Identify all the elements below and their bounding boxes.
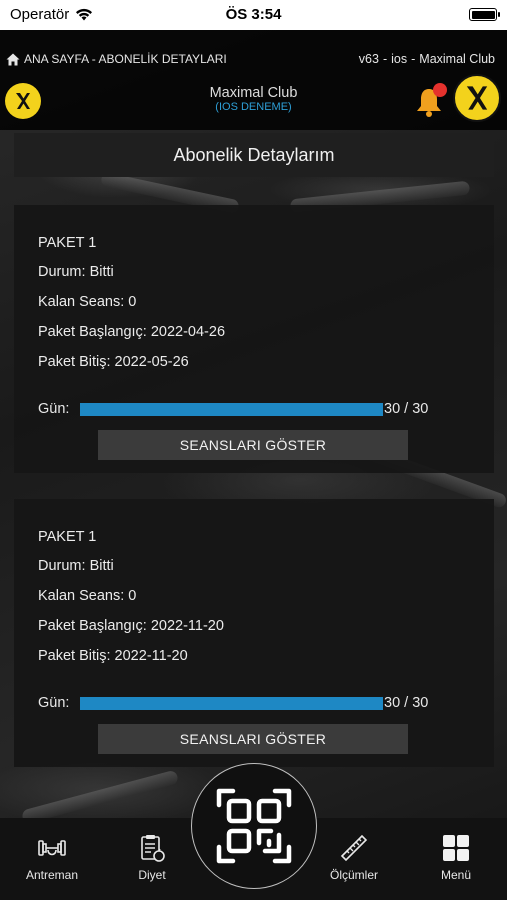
- days-progress-bar: [80, 403, 383, 416]
- package-end-date: Paket Bitiş: 2022-05-26: [38, 354, 189, 370]
- logo-x-icon: [466, 86, 488, 110]
- tab-training[interactable]: Antreman: [12, 832, 92, 882]
- club-label: Maximal Club: [419, 52, 495, 66]
- top-navigation: ANA SAYFA - ABONELİK DETAYLARI v63- ios - M…: [0, 30, 507, 130]
- profile-logo-button[interactable]: [453, 74, 501, 122]
- package-card: PAKET 1 Durum: Bitti Kalan Seans: 0 Pake…: [14, 205, 494, 473]
- version-info: v63- ios - Maximal Club: [358, 52, 495, 66]
- grid-menu-icon: [443, 835, 469, 861]
- tab-measurements[interactable]: Ölçümler: [314, 832, 394, 882]
- show-sessions-button[interactable]: SEANSLARI GÖSTER: [98, 430, 408, 460]
- page-title-bar: Abonelik Detaylarım: [14, 133, 494, 177]
- page-title: Abonelik Detaylarım: [173, 144, 335, 165]
- platform-label: ios: [391, 52, 408, 66]
- days-count: 30 / 30: [384, 401, 429, 417]
- tab-training-label: Antreman: [25, 868, 79, 882]
- days-progress-bar: [80, 697, 383, 710]
- package-name: PAKET 1: [38, 529, 97, 545]
- package-status: Durum: Bitti: [38, 558, 114, 574]
- tab-diet-label: Diyet: [138, 868, 166, 882]
- package-remaining-sessions: Kalan Seans: 0: [38, 294, 137, 310]
- package-start-date: Paket Başlangıç: 2022-11-20: [38, 618, 224, 634]
- package-remaining-sessions: Kalan Seans: 0: [38, 588, 137, 604]
- tab-menu[interactable]: Menü: [416, 832, 496, 882]
- days-label: Gün:: [38, 401, 70, 417]
- background-barbell: [20, 769, 180, 825]
- status-bar: Operatör ÖS 3:54: [0, 0, 507, 30]
- qr-code-icon: [216, 788, 292, 864]
- tab-menu-label: Menü: [440, 868, 472, 882]
- package-status: Durum: Bitti: [38, 264, 114, 280]
- version-label: v63: [358, 52, 379, 66]
- days-count: 30 / 30: [384, 695, 429, 711]
- qr-scan-button[interactable]: [191, 763, 317, 889]
- show-sessions-button[interactable]: SEANSLARI GÖSTER: [98, 724, 408, 754]
- clock: ÖS 3:54: [225, 6, 282, 23]
- breadcrumb-text: ANA SAYFA - ABONELİK DETAYLARI: [24, 52, 227, 66]
- package-start-date: Paket Başlangıç: 2022-04-26: [38, 324, 226, 340]
- battery-icon: [469, 8, 500, 21]
- days-progress-fill: [80, 697, 383, 710]
- notifications-button[interactable]: [413, 83, 447, 118]
- package-name: PAKET 1: [38, 235, 97, 251]
- show-sessions-label: SEANSLARI GÖSTER: [179, 437, 327, 453]
- breadcrumb[interactable]: ANA SAYFA - ABONELİK DETAYLARI: [6, 52, 227, 66]
- clipboard-apple-icon: [141, 835, 165, 862]
- days-label: Gün:: [38, 695, 70, 711]
- days-progress-fill: [80, 403, 383, 416]
- home-icon[interactable]: [6, 53, 20, 66]
- tab-measurements-label: Ölçümler: [329, 868, 378, 882]
- tab-diet[interactable]: Diyet: [112, 832, 192, 882]
- show-sessions-label: SEANSLARI GÖSTER: [179, 731, 327, 747]
- ruler-icon: [340, 834, 368, 862]
- package-card: PAKET 1 Durum: Bitti Kalan Seans: 0 Pake…: [14, 499, 494, 767]
- dumbbell-icon: [38, 840, 66, 856]
- notification-badge: [433, 83, 447, 97]
- package-end-date: Paket Bitiş: 2022-11-20: [38, 648, 188, 664]
